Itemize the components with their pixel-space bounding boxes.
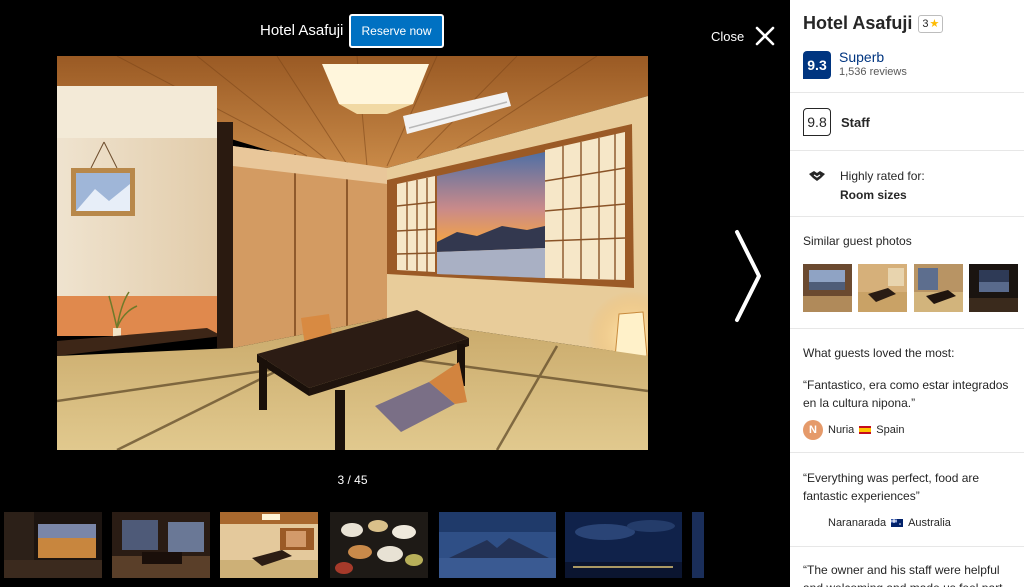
similar-photo-2[interactable] [858,264,907,312]
close-label: Close [711,28,745,44]
photo-gallery: Hotel Asafuji Reserve now Close 3 / 45 [0,0,790,587]
staff-label: Staff [841,114,870,130]
score-badge: 9.3 [803,50,831,79]
reserve-now-button[interactable]: Reserve now [349,14,444,48]
close-button[interactable]: Close [711,24,776,48]
score-word: Superb [839,49,885,65]
divider [790,546,1024,547]
star-icon: ★ [929,18,940,30]
reviewer-country: Australia [908,517,951,529]
avatar: N [803,420,823,440]
review-score[interactable]: 9.3 Superb 1,536 reviews [803,50,907,79]
review-quote: “Everything was perfect, food are fantas… [803,471,980,503]
thumbnail-strip [0,512,790,580]
thumbnail-3-selected[interactable] [220,512,318,578]
reviewer-country: Spain [876,424,905,436]
thumbnail-7-partial[interactable] [692,512,704,578]
thumbnail-4[interactable] [330,512,428,578]
highly-rated-label: Highly rated for: [840,169,925,183]
score-text: Superb 1,536 reviews [839,50,907,79]
close-icon [755,26,775,46]
divider [790,92,1024,93]
similar-photo-1[interactable] [803,264,852,312]
thumbnail-2[interactable] [112,512,210,578]
review-quote: “Fantastico, era como estar integrados e… [803,378,1009,410]
highly-rated-section: Highly rated for: Room sizes [808,167,925,205]
photo-counter: 3 / 45 [337,473,368,487]
review-quote: “The owner and his staff were helpful an… [803,563,1002,587]
next-photo-arrow-icon[interactable] [733,228,763,324]
review-count: 1,536 reviews [839,66,907,78]
reviewer-name: Nuria [828,424,855,436]
similar-photo-3[interactable] [914,264,963,312]
gallery-header: Hotel Asafuji Reserve now Close [0,14,790,48]
divider [790,150,1024,151]
spain-flag-icon [859,426,872,434]
sidebar-hotel-title: Hotel Asafuji [803,13,913,33]
similar-photos-title: Similar guest photos [803,234,912,248]
divider [790,328,1024,329]
avatar-placeholder [803,513,823,533]
highly-rated-value: Room sizes [840,188,907,202]
similar-photo-4[interactable] [969,264,1018,312]
highly-rated-text: Highly rated for: Room sizes [840,167,925,205]
reviewer: Naranarada Australia [803,513,951,533]
star-rating-badge: 3 ★ [918,14,944,33]
thumbnail-6[interactable] [565,512,682,578]
reviewer-name: Naranarada [828,517,887,529]
star-count: 3 [922,17,929,30]
sidebar-title-row: Hotel Asafuji 3 ★ [803,13,944,34]
divider [790,216,1024,217]
australia-flag-icon [891,519,904,527]
guests-loved-title: What guests loved the most: [803,346,955,360]
gallery-hotel-title: Hotel Asafuji [260,22,344,39]
main-photo [57,56,648,450]
staff-score: 9.8 Staff [803,108,870,136]
reviewer: N Nuria Spain [803,420,904,440]
staff-score-badge: 9.8 [803,108,831,136]
handshake-icon [809,171,825,181]
thumbnail-1[interactable] [4,512,102,578]
hotel-info-sidebar: Hotel Asafuji 3 ★ 9.3 Superb 1,536 revie… [790,0,1024,587]
thumbnail-5[interactable] [439,512,556,578]
divider [790,452,1024,453]
